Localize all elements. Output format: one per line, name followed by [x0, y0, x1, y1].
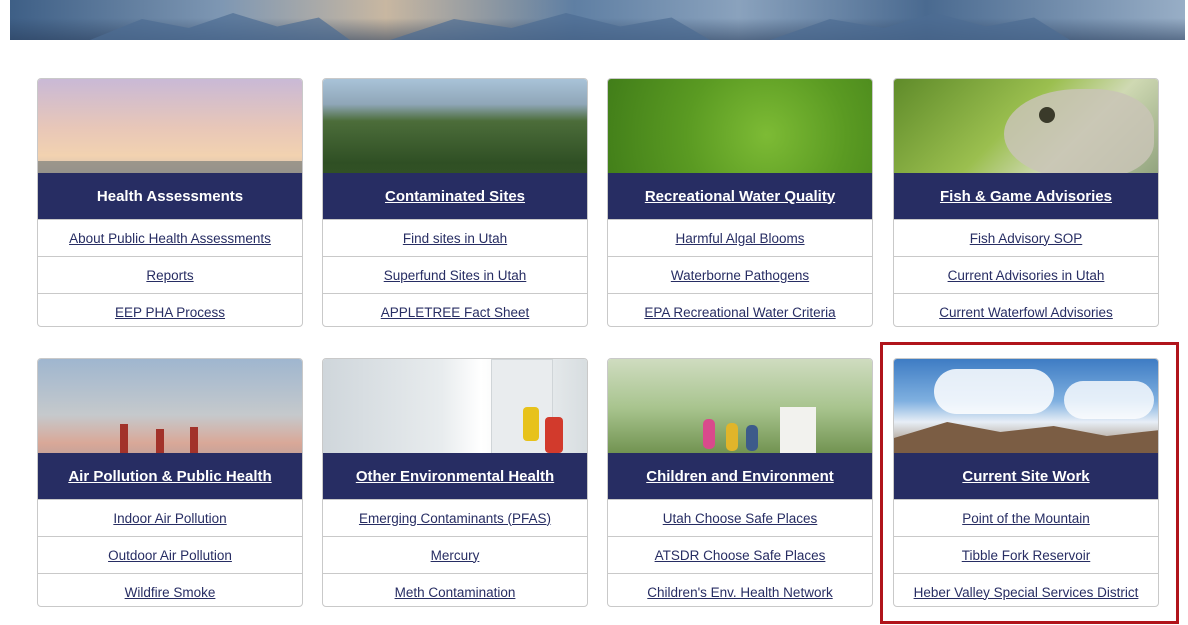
header-banner-image: [10, 0, 1185, 40]
card-image-children-park: Children and Environment: [608, 359, 872, 499]
card-image-smokestacks: Air Pollution & Public Health: [38, 359, 302, 499]
card-other-environmental-health: Other Environmental Health Emerging Cont…: [322, 358, 588, 607]
link-meth-contamination[interactable]: Meth Contamination: [323, 573, 587, 606]
card-title-link[interactable]: Other Environmental Health: [323, 453, 587, 499]
link-eep-pha-process[interactable]: EEP PHA Process: [38, 293, 302, 326]
card-title: Children and Environment: [608, 453, 872, 499]
card-image-forest: Contaminated Sites: [323, 79, 587, 219]
link-about-public-health-assessments[interactable]: About Public Health Assessments: [38, 219, 302, 256]
card-title: Health Assessments: [38, 173, 302, 219]
card-title-link[interactable]: Contaminated Sites: [323, 173, 587, 219]
link-current-waterfowl-advisories[interactable]: Current Waterfowl Advisories: [894, 293, 1158, 326]
link-epa-recreational-water-criteria[interactable]: EPA Recreational Water Criteria: [608, 293, 872, 326]
card-air-pollution: Air Pollution & Public Health Indoor Air…: [37, 358, 303, 607]
card-image-algae-water: Recreational Water Quality: [608, 79, 872, 219]
link-indoor-air-pollution[interactable]: Indoor Air Pollution: [38, 499, 302, 536]
card-contaminated-sites: Contaminated Sites Find sites in Utah Su…: [322, 78, 588, 327]
link-wildfire-smoke[interactable]: Wildfire Smoke: [38, 573, 302, 606]
link-current-advisories-in-utah[interactable]: Current Advisories in Utah: [894, 256, 1158, 293]
link-outdoor-air-pollution[interactable]: Outdoor Air Pollution: [38, 536, 302, 573]
card-title-link[interactable]: Air Pollution & Public Health: [38, 453, 302, 499]
link-mercury[interactable]: Mercury: [323, 536, 587, 573]
card-children-and-environment: Children and Environment Utah Choose Saf…: [607, 358, 873, 607]
link-superfund-sites-in-utah[interactable]: Superfund Sites in Utah: [323, 256, 587, 293]
link-find-sites-in-utah[interactable]: Find sites in Utah: [323, 219, 587, 256]
card-title-link[interactable]: Recreational Water Quality: [608, 173, 872, 219]
link-childrens-env-health-network[interactable]: Children's Env. Health Network: [608, 573, 872, 606]
card-image-city-sunset: Health Assessments: [38, 79, 302, 219]
card-health-assessments: Health Assessments About Public Health A…: [37, 78, 303, 327]
card-title-link[interactable]: Fish & Game Advisories: [894, 173, 1158, 219]
link-harmful-algal-blooms[interactable]: Harmful Algal Blooms: [608, 219, 872, 256]
link-utah-choose-safe-places[interactable]: Utah Choose Safe Places: [608, 499, 872, 536]
card-fish-game-advisories: Fish & Game Advisories Fish Advisory SOP…: [893, 78, 1159, 327]
link-emerging-contaminants-pfas[interactable]: Emerging Contaminants (PFAS): [323, 499, 587, 536]
link-atsdr-choose-safe-places[interactable]: ATSDR Choose Safe Places: [608, 536, 872, 573]
link-reports[interactable]: Reports: [38, 256, 302, 293]
link-waterborne-pathogens[interactable]: Waterborne Pathogens: [608, 256, 872, 293]
highlight-box-current-site-work: [880, 342, 1179, 624]
card-image-pest-sprayer: Other Environmental Health: [323, 359, 587, 499]
card-recreational-water-quality: Recreational Water Quality Harmful Algal…: [607, 78, 873, 327]
page: Health Assessments About Public Health A…: [0, 0, 1188, 625]
card-image-trout: Fish & Game Advisories: [894, 79, 1158, 219]
link-fish-advisory-sop[interactable]: Fish Advisory SOP: [894, 219, 1158, 256]
link-appletree-fact-sheet[interactable]: APPLETREE Fact Sheet: [323, 293, 587, 326]
